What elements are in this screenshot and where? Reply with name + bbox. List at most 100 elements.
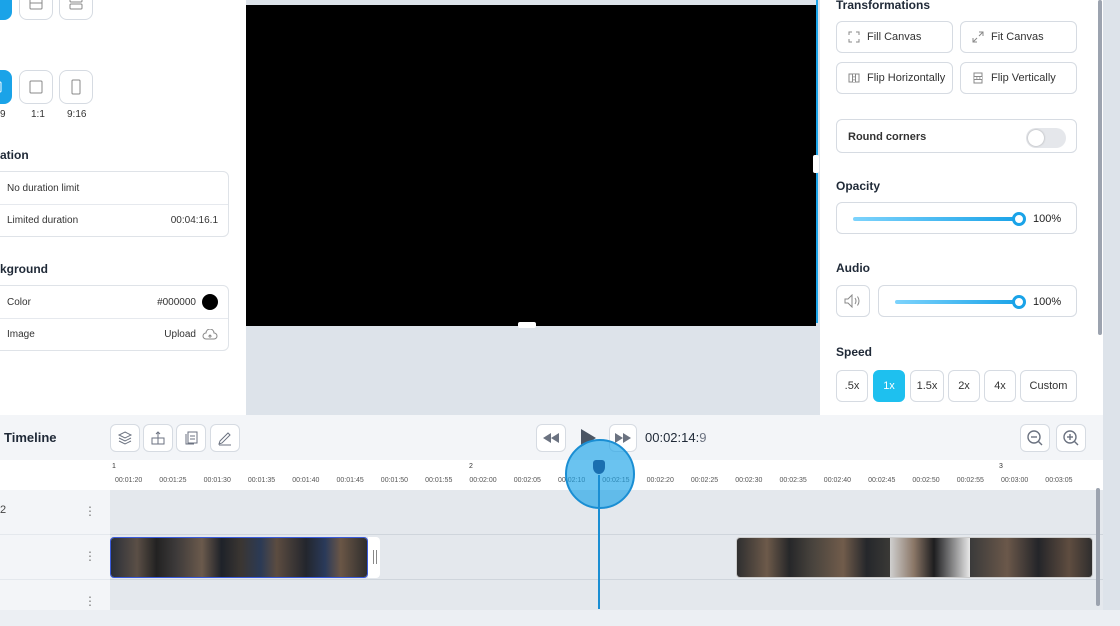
fill-canvas-button[interactable]: Fill Canvas: [836, 21, 953, 53]
clip-thumbnail: [306, 538, 367, 577]
opacity-slider-thumb[interactable]: [1012, 212, 1026, 226]
opacity-value: 100%: [1033, 213, 1062, 225]
background-image-label: Image: [7, 329, 35, 340]
duration-option-label: Limited duration: [7, 215, 79, 226]
ruler-tick-label: 00:01:30: [203, 477, 231, 484]
clip-thumbnail: [176, 538, 241, 577]
clip-trim-handle[interactable]: [368, 537, 380, 578]
zoom-in-icon: [1063, 430, 1079, 446]
layout-option-3[interactable]: [59, 0, 93, 20]
playhead-drag-indicator[interactable]: [565, 439, 635, 509]
ruler-tick-label: 00:01:20: [115, 477, 143, 484]
ruler-tick-label: 00:02:30: [735, 477, 763, 484]
playhead-line: [598, 475, 600, 609]
background-color-value-wrap: #000000: [157, 294, 218, 310]
zoom-out-button[interactable]: [1020, 424, 1050, 452]
ruler-tick-label: 00:02:20: [646, 477, 674, 484]
speed-2x-button[interactable]: 2x: [948, 370, 980, 402]
speed-1-5x-button[interactable]: 1.5x: [910, 370, 944, 402]
fill-canvas-label: Fill Canvas: [867, 31, 922, 43]
layout-option-2[interactable]: [19, 0, 53, 20]
audio-control: 100%: [878, 285, 1077, 317]
ratio-9-16-button[interactable]: [59, 70, 93, 104]
properties-scrollbar[interactable]: [1098, 0, 1102, 335]
resize-handle-right[interactable]: [813, 155, 819, 173]
speed-custom-button[interactable]: Custom: [1020, 370, 1077, 402]
track-menu-icon[interactable]: ⋮: [84, 594, 96, 608]
timeline-scrollbar[interactable]: [1096, 488, 1100, 606]
current-time-main: 00:02:14:: [645, 430, 700, 445]
timeline-tracks: 2 ⋮ ⋮ ⋮: [0, 490, 1103, 624]
speed-4x-button[interactable]: 4x: [984, 370, 1016, 402]
ratio-label-1-1: 1:1: [31, 109, 45, 120]
upload-button[interactable]: Upload: [164, 328, 218, 341]
split-button[interactable]: [143, 424, 173, 452]
transformations-title: Transformations: [836, 0, 931, 12]
ruler-tick-label: 00:01:55: [425, 477, 453, 484]
layout-option-1[interactable]: [0, 0, 12, 20]
ruler-tick-label: 00:01:25: [159, 477, 187, 484]
fit-canvas-button[interactable]: Fit Canvas: [960, 21, 1077, 53]
layout-split-icon: [29, 0, 43, 10]
mute-button[interactable]: [836, 285, 870, 317]
speed-title: Speed: [836, 345, 873, 359]
zoom-in-button[interactable]: [1056, 424, 1086, 452]
round-corners-row: Round corners: [836, 119, 1077, 153]
color-swatch[interactable]: [202, 294, 218, 310]
layers-button[interactable]: [110, 424, 140, 452]
opacity-control: 100%: [836, 202, 1077, 234]
resize-handle-bottom[interactable]: [518, 322, 536, 328]
background-color-value: #000000: [157, 296, 196, 308]
opacity-slider-track[interactable]: [853, 217, 1018, 221]
speed-1x-button[interactable]: 1x: [873, 370, 905, 402]
rewind-button[interactable]: [536, 424, 566, 452]
track-menu-icon[interactable]: ⋮: [84, 549, 96, 563]
duration-option-limited[interactable]: Limited duration 00:04:16.1: [0, 204, 228, 236]
ruler-tick-label: 00:02:00: [469, 477, 497, 484]
speed-label: 2x: [958, 380, 970, 392]
fit-canvas-label: Fit Canvas: [991, 31, 1044, 43]
round-corners-toggle[interactable]: [1026, 128, 1066, 148]
clip-thumbnail: [241, 538, 306, 577]
ratio-16-9-button[interactable]: [0, 70, 12, 104]
speed-0-5x-button[interactable]: .5x: [836, 370, 868, 402]
fill-canvas-icon: [848, 31, 860, 43]
video-clip[interactable]: [736, 537, 1093, 578]
duration-option-no-limit[interactable]: No duration limit: [0, 172, 228, 204]
ruler-tick-label: 00:01:50: [380, 477, 409, 484]
duplicate-button[interactable]: [176, 424, 206, 452]
audio-slider-thumb[interactable]: [1012, 295, 1026, 309]
ratio-label-16-9: 9: [0, 109, 6, 120]
playhead-handle[interactable]: [593, 460, 605, 474]
clip-thumbnail: [970, 538, 1092, 577]
track-number: 2: [0, 504, 7, 516]
track-header: ⋮: [0, 535, 110, 579]
flip-horizontal-icon: [848, 73, 860, 83]
ruler-marker: 2: [469, 463, 473, 470]
round-corners-label: Round corners: [848, 131, 927, 143]
audio-value: 100%: [1033, 296, 1062, 308]
video-preview-canvas[interactable]: [246, 5, 816, 326]
ratio-wide-icon: [0, 81, 2, 93]
audio-slider-track[interactable]: [895, 300, 1018, 304]
flip-vertical-button[interactable]: Flip Vertically: [960, 62, 1077, 94]
edit-button[interactable]: [210, 424, 240, 452]
flip-horizontal-button[interactable]: Flip Horizontally: [836, 62, 953, 94]
ruler-marker: 3: [999, 463, 1003, 470]
flip-vertical-icon: [973, 72, 983, 84]
timeline-header: Timeline 00:02:14:9: [0, 415, 1103, 460]
speed-label: 4x: [994, 380, 1006, 392]
ruler-tick-label: 00:02:05: [513, 477, 541, 484]
fast-forward-icon: [615, 433, 631, 443]
speaker-icon: [844, 294, 860, 308]
duration-options: No duration limit Limited duration 00:04…: [0, 171, 229, 237]
video-clip[interactable]: [110, 537, 368, 578]
ratio-1-1-button[interactable]: [19, 70, 53, 104]
track-menu-icon[interactable]: ⋮: [84, 504, 96, 518]
background-color-row[interactable]: Color #000000: [0, 286, 228, 318]
duration-value[interactable]: 00:04:16.1: [171, 215, 218, 226]
background-image-row[interactable]: Image Upload: [0, 318, 228, 350]
timeline-ruler[interactable]: 1 2 3 00:01:20 00:01:25 00:01:30 00:01:35 00…: [0, 460, 1103, 490]
ruler-tick-label: 00:02:25: [690, 477, 719, 484]
opacity-title: Opacity: [836, 179, 881, 193]
